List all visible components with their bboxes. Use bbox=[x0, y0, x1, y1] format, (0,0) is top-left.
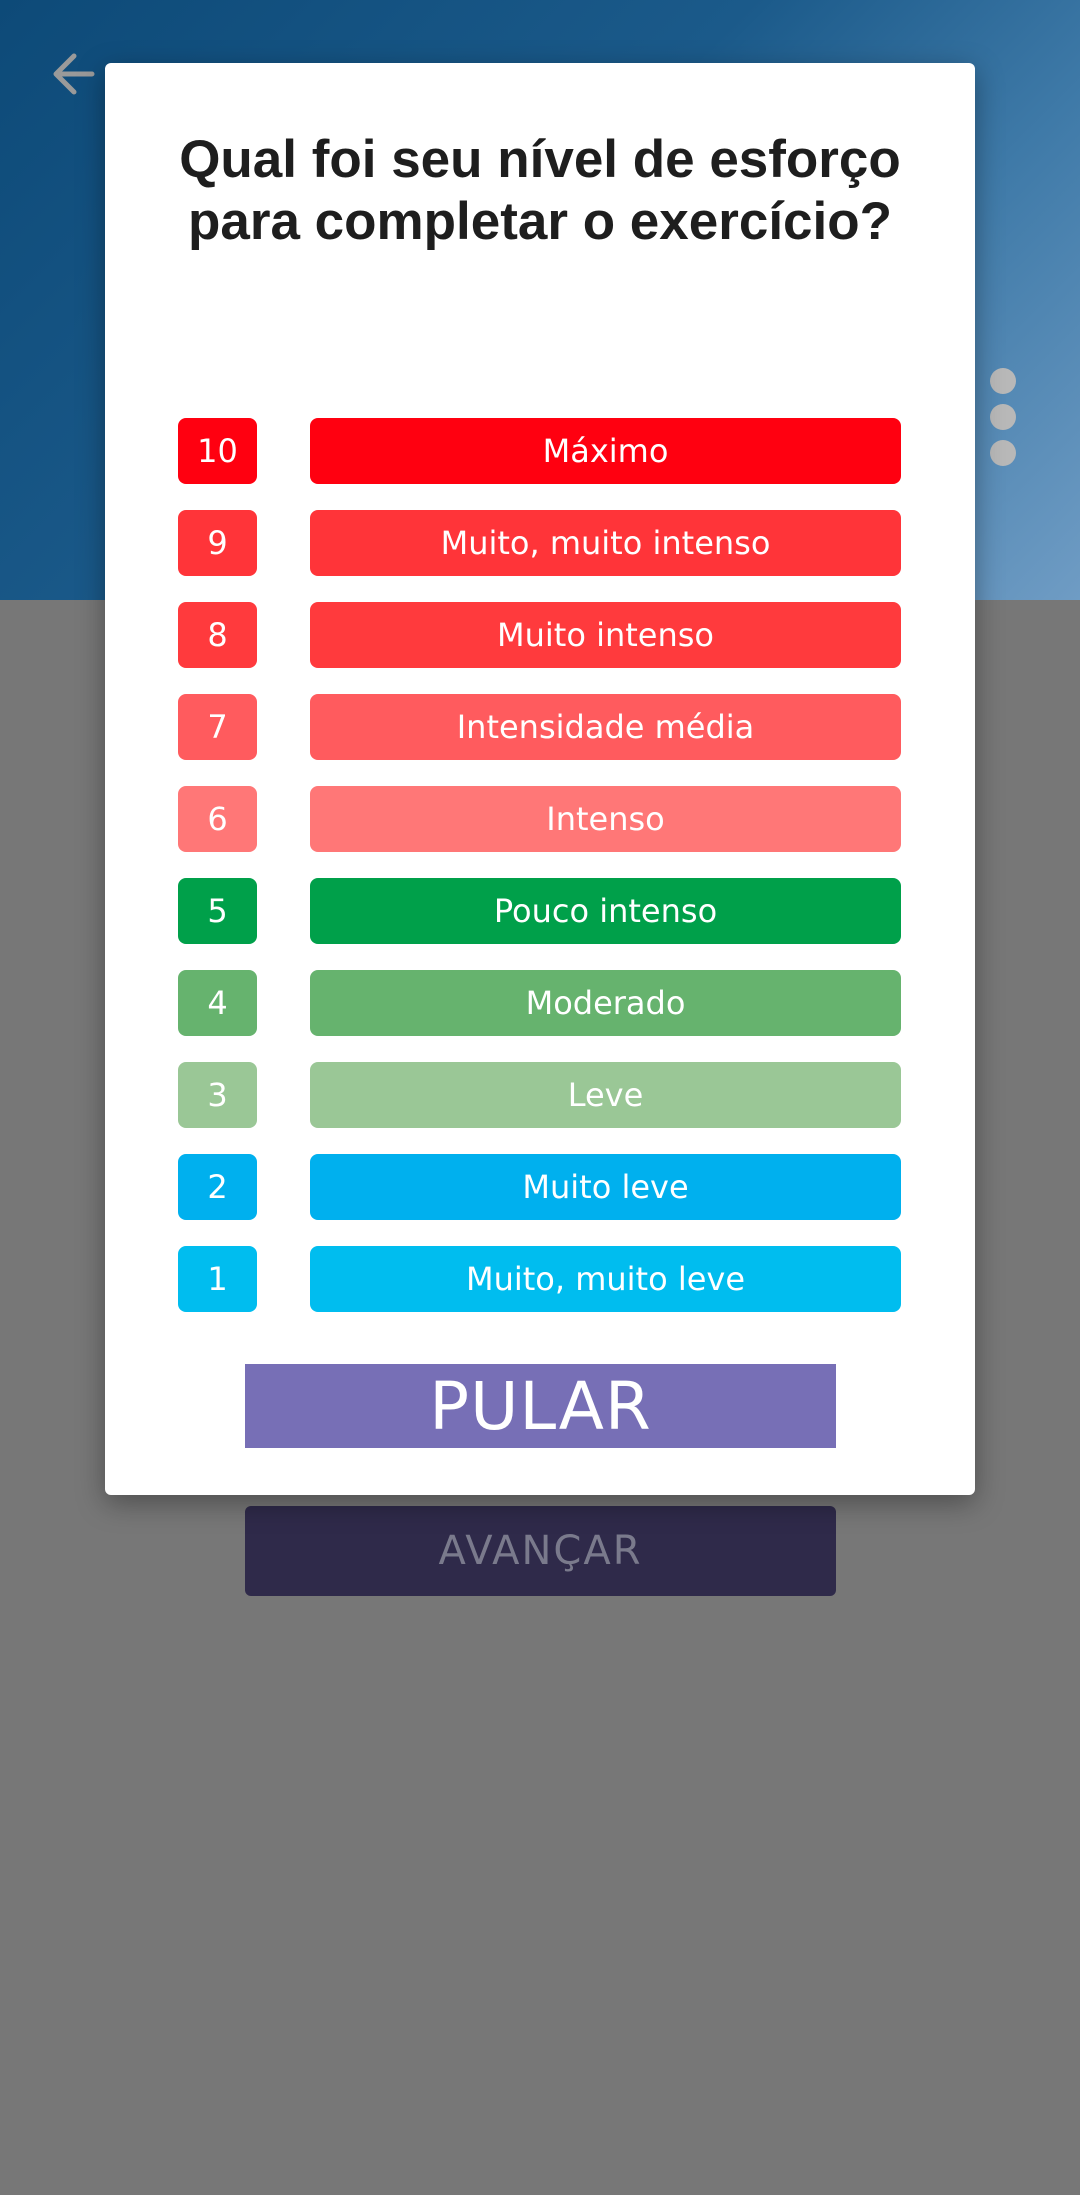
effort-scale-list: 10 Máximo 9 Muito, muito intenso 8 Muito inte… bbox=[178, 418, 901, 1338]
effort-option-6[interactable]: 6 Intenso bbox=[178, 786, 901, 852]
effort-level-number[interactable]: 3 bbox=[178, 1062, 257, 1128]
effort-option-4[interactable]: 4 Moderado bbox=[178, 970, 901, 1036]
effort-option-9[interactable]: 9 Muito, muito intenso bbox=[178, 510, 901, 576]
effort-level-label[interactable]: Muito, muito leve bbox=[310, 1246, 901, 1312]
effort-level-number[interactable]: 6 bbox=[178, 786, 257, 852]
dialog-title: Qual foi seu nível de esforço para compl… bbox=[179, 130, 901, 251]
more-options-button[interactable] bbox=[990, 368, 1020, 468]
effort-option-8[interactable]: 8 Muito intenso bbox=[178, 602, 901, 668]
effort-level-label[interactable]: Muito leve bbox=[310, 1154, 901, 1220]
effort-option-5[interactable]: 5 Pouco intenso bbox=[178, 878, 901, 944]
effort-level-label[interactable]: Pouco intenso bbox=[310, 878, 901, 944]
advance-button[interactable]: AVANÇAR bbox=[245, 1506, 836, 1596]
effort-level-label[interactable]: Moderado bbox=[310, 970, 901, 1036]
effort-level-number[interactable]: 7 bbox=[178, 694, 257, 760]
effort-level-label[interactable]: Intensidade média bbox=[310, 694, 901, 760]
effort-option-1[interactable]: 1 Muito, muito leve bbox=[178, 1246, 901, 1312]
skip-button[interactable]: PULAR bbox=[245, 1364, 836, 1448]
effort-level-number[interactable]: 2 bbox=[178, 1154, 257, 1220]
effort-option-2[interactable]: 2 Muito leve bbox=[178, 1154, 901, 1220]
effort-option-3[interactable]: 3 Leve bbox=[178, 1062, 901, 1128]
effort-option-10[interactable]: 10 Máximo bbox=[178, 418, 901, 484]
arrow-left-icon bbox=[53, 53, 95, 95]
effort-level-label[interactable]: Muito intenso bbox=[310, 602, 901, 668]
effort-level-label[interactable]: Leve bbox=[310, 1062, 901, 1128]
effort-option-7[interactable]: 7 Intensidade média bbox=[178, 694, 901, 760]
back-button[interactable] bbox=[44, 44, 104, 104]
effort-level-number[interactable]: 1 bbox=[178, 1246, 257, 1312]
effort-level-number[interactable]: 5 bbox=[178, 878, 257, 944]
effort-level-label[interactable]: Intenso bbox=[310, 786, 901, 852]
effort-level-label[interactable]: Muito, muito intenso bbox=[310, 510, 901, 576]
more-vertical-icon-dot bbox=[990, 404, 1016, 430]
effort-level-number[interactable]: 10 bbox=[178, 418, 257, 484]
effort-level-label[interactable]: Máximo bbox=[310, 418, 901, 484]
effort-level-number[interactable]: 9 bbox=[178, 510, 257, 576]
effort-level-number[interactable]: 4 bbox=[178, 970, 257, 1036]
effort-dialog: Qual foi seu nível de esforço para compl… bbox=[105, 63, 975, 1495]
effort-level-number[interactable]: 8 bbox=[178, 602, 257, 668]
more-vertical-icon bbox=[990, 368, 1016, 394]
more-vertical-icon-dot bbox=[990, 440, 1016, 466]
